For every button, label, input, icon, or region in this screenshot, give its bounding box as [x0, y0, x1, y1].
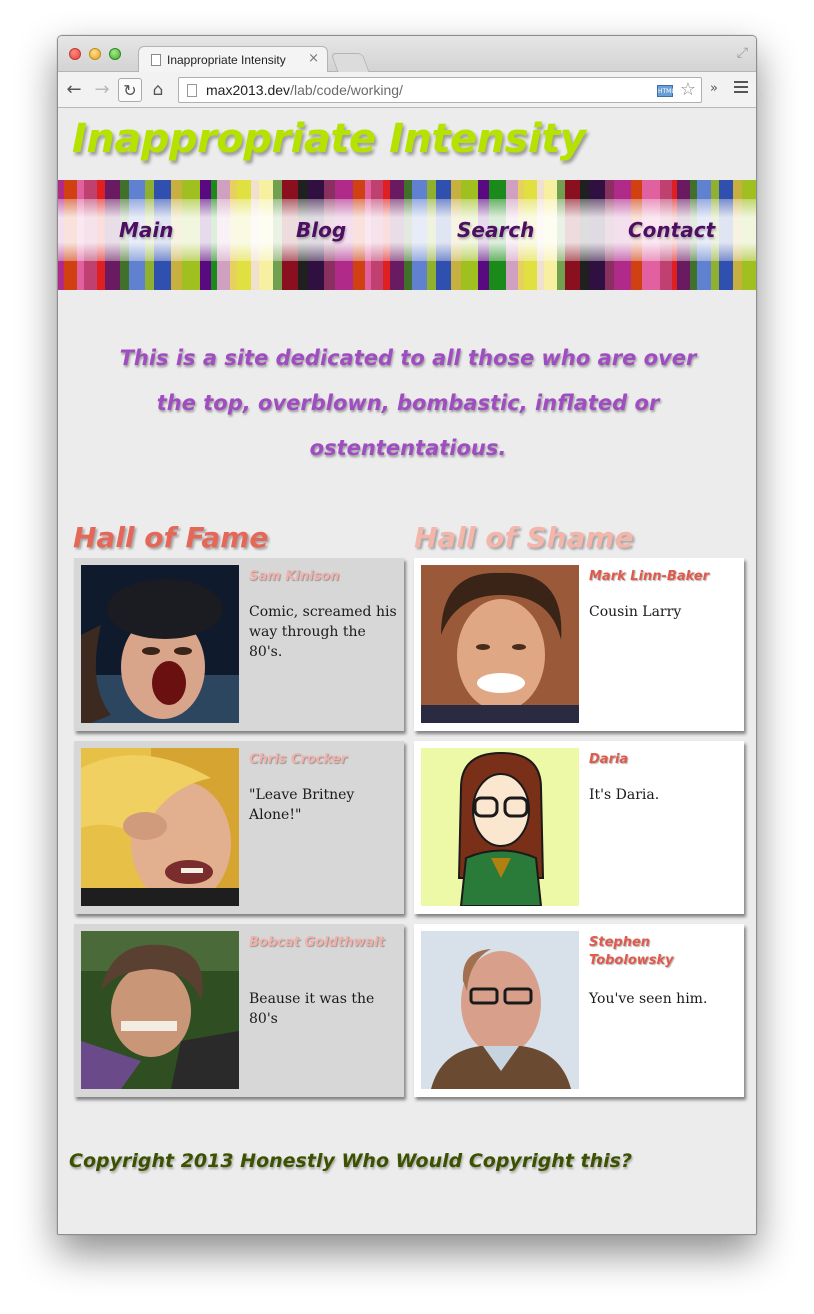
fullscreen-icon[interactable]: ⤢	[737, 45, 748, 61]
back-arrow-icon[interactable]: ←	[62, 78, 86, 102]
address-bar[interactable]: max2013.dev/lab/code/working/ HTML ☆	[178, 77, 702, 103]
hall-of-fame-heading: Hall of Fame	[73, 521, 269, 554]
browser-toolbar: ← → ↻ ⌂ max2013.dev/lab/code/working/ HT…	[58, 72, 756, 108]
fame-card-chris-crocker: Chris Crocker "Leave Britney Alone!"	[74, 741, 404, 914]
new-tab-button[interactable]	[330, 53, 370, 72]
tab-title: Inappropriate Intensity	[167, 53, 286, 67]
fame-card-sam-kinison: Sam Kinison Comic, screamed his way thro…	[74, 558, 404, 731]
reload-icon[interactable]: ↻	[118, 78, 142, 102]
intro-text: This is a site dedicated to all those wh…	[119, 346, 697, 460]
home-icon[interactable]: ⌂	[146, 78, 170, 102]
portrait-photo	[81, 931, 239, 1089]
page-icon	[151, 54, 161, 66]
shame-card-stephen-tobolowsky: Stephen Tobolowsky You've seen him.	[414, 924, 744, 1097]
url-host: max2013.dev	[206, 82, 291, 98]
entry-description: It's Daria.	[589, 787, 660, 803]
browser-window: Inappropriate Intensity × ⤢ ← → ↻ ⌂ max2…	[57, 35, 757, 1235]
shame-card-mark-linn-baker: Mark Linn-Baker Cousin Larry	[414, 558, 744, 731]
fame-card-bobcat-goldthwait: Bobcat Goldthwait Beause it was the 80's	[74, 924, 404, 1097]
url-text[interactable]: max2013.dev/lab/code/working/	[206, 82, 403, 98]
browser-tab[interactable]: Inappropriate Intensity ×	[138, 46, 328, 73]
close-window-button[interactable]	[69, 48, 81, 60]
nav-link-contact[interactable]: Contact	[628, 218, 715, 242]
shame-card-daria: Daria It's Daria.	[414, 741, 744, 914]
nav-link-main[interactable]: Main	[119, 218, 174, 242]
tab-strip: Inappropriate Intensity × ⤢	[58, 36, 756, 73]
entry-name: Bobcat Goldthwait	[249, 935, 385, 950]
url-path: /lab/code/working/	[290, 82, 403, 98]
entry-name: Chris Crocker	[249, 752, 347, 767]
entry-description: Comic, screamed his way through the 80's…	[249, 604, 397, 660]
chevron-more-icon[interactable]: »	[710, 81, 718, 96]
html-badge-icon[interactable]: HTML	[657, 85, 675, 97]
entry-name: Stephen Tobolowsky	[589, 935, 674, 968]
forward-arrow-icon[interactable]: →	[90, 78, 114, 102]
nav-link-search[interactable]: Search	[457, 218, 534, 242]
entry-description: Beause it was the 80's	[249, 991, 375, 1027]
footer-copyright: Copyright 2013 Honestly Who Would Copyri…	[69, 1150, 632, 1172]
minimize-window-button[interactable]	[89, 48, 101, 60]
zoom-window-button[interactable]	[109, 48, 121, 60]
hall-of-shame-heading: Hall of Shame	[414, 521, 634, 554]
entry-name: Sam Kinison	[249, 569, 340, 584]
page-icon	[187, 84, 197, 97]
entry-description: You've seen him.	[589, 991, 708, 1007]
tab-close-icon[interactable]: ×	[308, 51, 319, 66]
entry-description: "Leave Britney Alone!"	[249, 787, 355, 823]
portrait-photo	[81, 565, 239, 723]
portrait-photo	[421, 748, 579, 906]
portrait-photo	[421, 931, 579, 1089]
nav-bar: Main Blog Search Contact	[58, 180, 756, 290]
entry-name: Mark Linn-Baker	[589, 569, 710, 584]
entry-name: Daria	[589, 752, 629, 767]
nav-link-blog[interactable]: Blog	[296, 218, 346, 242]
site-title: Inappropriate Intensity	[72, 116, 586, 162]
web-page: Inappropriate Intensity Main Blog Search…	[58, 108, 756, 1234]
star-icon[interactable]: ☆	[680, 79, 696, 100]
portrait-photo	[421, 565, 579, 723]
entry-description: Cousin Larry	[589, 604, 682, 620]
portrait-photo	[81, 748, 239, 906]
menu-icon[interactable]	[734, 81, 748, 96]
